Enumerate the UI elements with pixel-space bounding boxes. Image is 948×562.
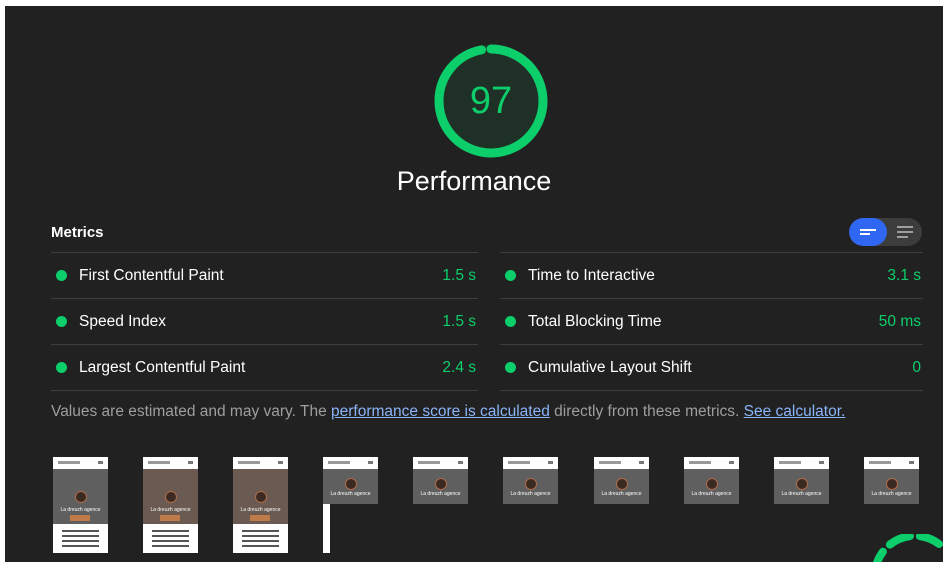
see-calculator-link[interactable]: See calculator.	[744, 403, 846, 420]
filmstrip-frame[interactable]: La dreuzh agence	[774, 457, 829, 504]
pass-indicator-icon	[505, 316, 516, 327]
pass-indicator-icon	[56, 316, 67, 327]
filmstrip-frame[interactable]: La dreuzh agence	[864, 457, 919, 504]
metrics-left-column: First Contentful Paint 1.5 s Speed Index…	[51, 252, 478, 391]
filmstrip-frame[interactable]: La dreuzh agence	[143, 457, 198, 553]
metric-value: 3.1 s	[887, 267, 921, 284]
category-title: Performance	[396, 166, 552, 196]
note-middle: directly from these metrics.	[554, 403, 740, 420]
filmstrip-frame[interactable]: La dreuzh agence	[684, 457, 739, 504]
pass-indicator-icon	[56, 270, 67, 281]
filmstrip-frame[interactable]: La dreuzh agence	[503, 457, 558, 504]
metric-row: Time to Interactive 3.1 s	[500, 252, 923, 298]
compact-view-button[interactable]	[849, 218, 887, 246]
metrics-view-toggle[interactable]	[849, 218, 922, 246]
metric-value: 50 ms	[878, 313, 921, 330]
next-score-gauge-icon	[873, 534, 943, 562]
metric-label: Speed Index	[79, 313, 167, 330]
metric-label: Total Blocking Time	[528, 313, 662, 330]
estimation-note: Values are estimated and may vary. The p…	[51, 403, 845, 421]
metric-value: 1.5 s	[442, 267, 476, 284]
performance-score-gauge: 97	[430, 40, 552, 162]
pass-indicator-icon	[56, 362, 67, 373]
filmstrip-frame[interactable]: La dreuzh agence	[413, 457, 468, 504]
pass-indicator-icon	[505, 270, 516, 281]
metric-label: Largest Contentful Paint	[79, 359, 246, 376]
metric-row: Total Blocking Time 50 ms	[500, 298, 923, 344]
metric-value: 2.4 s	[442, 359, 476, 376]
expanded-lines-icon	[897, 226, 913, 238]
metric-row: Cumulative Layout Shift 0	[500, 344, 923, 391]
pass-indicator-icon	[505, 362, 516, 373]
metric-label: Cumulative Layout Shift	[528, 359, 692, 376]
metric-row: Speed Index 1.5 s	[51, 298, 478, 344]
metric-value: 0	[912, 359, 921, 376]
filmstrip-frame[interactable]: La dreuzh agence	[53, 457, 108, 553]
note-prefix: Values are estimated and may vary. The	[51, 403, 327, 420]
metric-label: First Contentful Paint	[79, 267, 224, 284]
metrics-right-column: Time to Interactive 3.1 s Total Blocking…	[500, 252, 923, 391]
compact-lines-icon	[860, 229, 876, 235]
metric-row: First Contentful Paint 1.5 s	[51, 252, 478, 298]
expanded-view-button[interactable]	[887, 218, 922, 246]
metric-value: 1.5 s	[442, 313, 476, 330]
filmstrip-frame[interactable]: La dreuzh agence	[233, 457, 288, 553]
metric-label: Time to Interactive	[528, 267, 655, 284]
metric-row: Largest Contentful Paint 2.4 s	[51, 344, 478, 391]
report-panel: 97 Performance Metrics First Contentful …	[5, 6, 943, 562]
metrics-heading: Metrics	[51, 224, 104, 241]
score-calculation-link[interactable]: performance score is calculated	[331, 403, 550, 420]
score-value: 97	[469, 80, 513, 122]
filmstrip-frame[interactable]: La dreuzh agence	[594, 457, 649, 504]
filmstrip-frame[interactable]: La dreuzh agence	[323, 457, 378, 553]
